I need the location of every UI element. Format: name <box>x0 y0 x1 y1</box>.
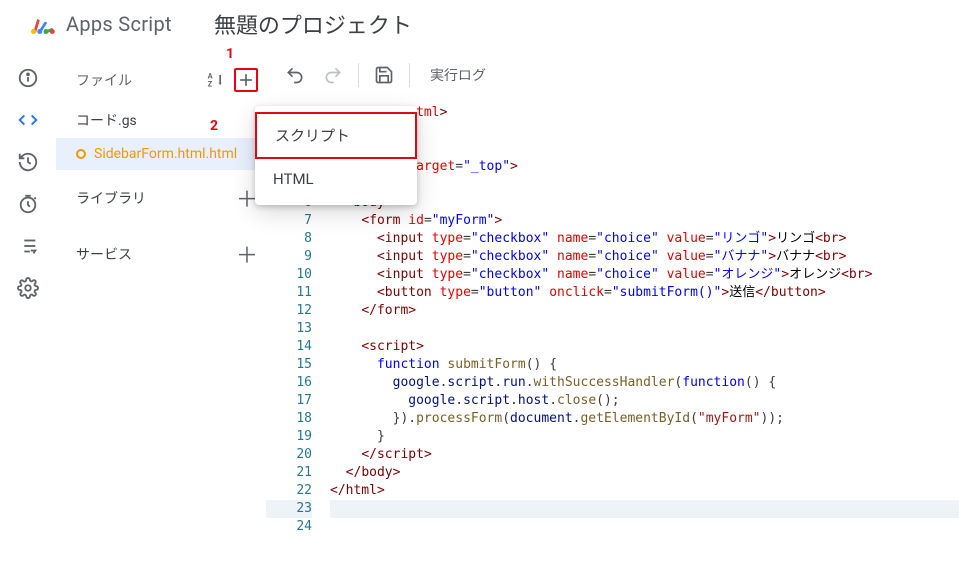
callout-2: 2 <box>210 118 218 134</box>
save-button[interactable] <box>367 58 401 92</box>
libraries-label: ライブラリ <box>76 188 146 208</box>
header: Apps Script 無題のプロジェクト <box>0 0 959 52</box>
toolbar-separator <box>358 63 359 87</box>
project-title[interactable]: 無題のプロジェクト <box>214 8 412 40</box>
logo-text: Apps Script <box>66 12 172 36</box>
code-area[interactable]: <!DOCTYPE html><html> <head> <base targe… <box>322 98 959 566</box>
toolbar-separator <box>409 63 410 87</box>
file-item[interactable]: SidebarForm.html.html <box>56 138 266 170</box>
svg-text:Z: Z <box>208 80 213 89</box>
executions-icon[interactable] <box>16 234 40 258</box>
undo-button[interactable] <box>278 58 312 92</box>
info-icon[interactable] <box>16 66 40 90</box>
file-item[interactable]: コード.gs <box>56 102 266 138</box>
redo-button[interactable] <box>316 58 350 92</box>
sort-az-button[interactable]: AZ <box>204 68 228 92</box>
callout-1: 1 <box>226 46 234 62</box>
files-section-label: ファイル <box>76 70 132 90</box>
services-section[interactable]: サービス ＋ <box>56 226 266 282</box>
menu-item-script[interactable]: スクリプト <box>255 112 417 159</box>
menu-item-html[interactable]: HTML <box>255 159 417 199</box>
nav-rail <box>0 52 56 566</box>
file-name: コード.gs <box>76 110 137 130</box>
apps-script-icon <box>26 9 56 39</box>
add-file-menu: スクリプト HTML <box>255 106 417 205</box>
run-log-label[interactable]: 実行ログ <box>418 65 498 85</box>
file-name: SidebarForm.html.html <box>94 146 237 162</box>
add-file-button[interactable] <box>234 68 258 92</box>
libraries-section[interactable]: ライブラリ ＋ <box>56 170 266 226</box>
settings-icon[interactable] <box>16 276 40 300</box>
sidebar: ファイル 1 AZ コード.gsSidebarForm.html.html ライ… <box>56 52 266 566</box>
toolbar: 実行ログ <box>266 52 959 98</box>
triggers-icon[interactable] <box>16 192 40 216</box>
add-service-button[interactable]: ＋ <box>236 238 258 270</box>
services-label: サービス <box>76 244 132 264</box>
history-icon[interactable] <box>16 150 40 174</box>
editor-icon[interactable] <box>16 108 40 132</box>
logo[interactable]: Apps Script <box>26 9 172 39</box>
